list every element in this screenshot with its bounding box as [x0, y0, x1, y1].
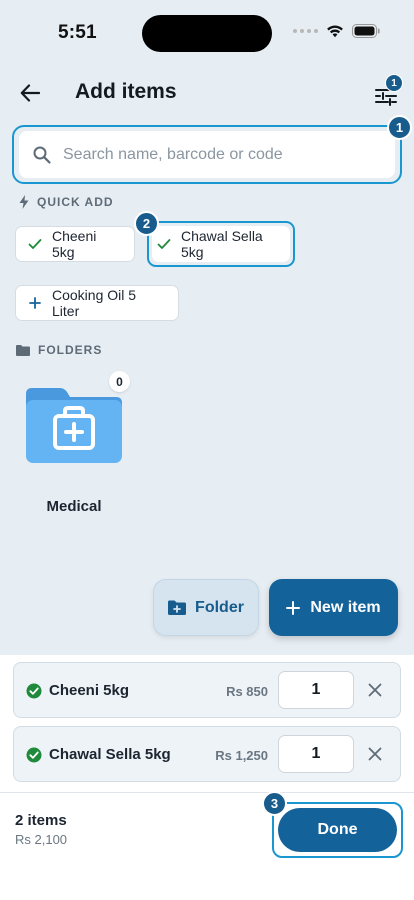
folders-label: FOLDERS: [38, 343, 103, 357]
dynamic-island: [142, 15, 272, 52]
quantity-input[interactable]: [278, 735, 354, 773]
footer-divider: [0, 792, 414, 793]
status-time: 5:51: [58, 22, 97, 43]
cart-row: Chawal Sella 5kg Rs 1,250: [13, 726, 401, 782]
plus-icon: [286, 600, 301, 615]
status-icons: [293, 24, 380, 38]
folder-tile-medical[interactable]: [22, 380, 126, 470]
cart-item-price: Rs 1,250: [215, 748, 268, 763]
check-icon: [157, 239, 171, 249]
medical-kit-icon: [26, 388, 122, 463]
quick-add-label: QUICK ADD: [37, 195, 114, 209]
annotation-badge-3: 3: [262, 791, 287, 816]
search-highlight: [12, 125, 402, 184]
arrow-left-icon: [20, 84, 40, 102]
quantity-input[interactable]: [278, 671, 354, 709]
bolt-icon: [19, 195, 29, 209]
folder-icon: [16, 345, 30, 356]
new-folder-label: Folder: [195, 598, 244, 616]
quick-add-chip-cooking-oil[interactable]: Cooking Oil 5 Liter: [15, 285, 179, 321]
new-folder-button[interactable]: Folder: [153, 579, 259, 636]
folder-item-count: 0: [109, 371, 130, 392]
chip-label: Cheeni 5kg: [52, 228, 97, 260]
plus-icon: [29, 297, 41, 309]
close-icon[interactable]: [366, 745, 384, 763]
quick-add-chip-chawal[interactable]: Chawal Sella 5kg: [152, 226, 290, 262]
cart-item-count: 2 items: [15, 812, 67, 829]
annotation-badge-1: 1: [387, 115, 412, 140]
cart-row: Cheeni 5kg Rs 850: [13, 662, 401, 718]
new-item-label: New item: [310, 598, 381, 616]
folder-plus-icon: [168, 600, 187, 615]
folder-name: Medical: [46, 498, 102, 515]
check-icon: [28, 239, 42, 249]
chip-label: Chawal Sella 5kg: [181, 228, 263, 260]
chip-label: Cooking Oil 5 Liter: [52, 287, 137, 319]
annotation-badge-2: 2: [134, 211, 159, 236]
search-input[interactable]: [63, 145, 363, 164]
quick-add-heading: QUICK ADD: [19, 195, 114, 209]
filter-count-badge: 1: [385, 74, 403, 92]
signal-dots-icon: [293, 29, 318, 33]
cart-item-name: Cheeni 5kg: [49, 682, 130, 699]
quick-add-chip-cheeni[interactable]: Cheeni 5kg: [15, 226, 135, 262]
new-item-button[interactable]: New item: [269, 579, 398, 636]
back-button[interactable]: [16, 80, 44, 106]
check-circle-icon: [26, 683, 42, 699]
page-title: Add items: [75, 80, 177, 103]
cart-total: Rs 2,100: [15, 832, 68, 847]
check-circle-icon: [26, 747, 42, 763]
magnifier-icon: [33, 146, 51, 164]
wifi-icon: [327, 25, 343, 38]
close-icon[interactable]: [366, 681, 384, 699]
app-background: [0, 0, 414, 655]
cart-item-price: Rs 850: [226, 684, 268, 699]
done-button[interactable]: Done: [278, 808, 397, 852]
battery-icon: [352, 24, 380, 38]
search-box: [19, 131, 395, 178]
folders-heading: FOLDERS: [16, 343, 102, 357]
cart-item-name: Chawal Sella 5kg: [49, 746, 171, 763]
